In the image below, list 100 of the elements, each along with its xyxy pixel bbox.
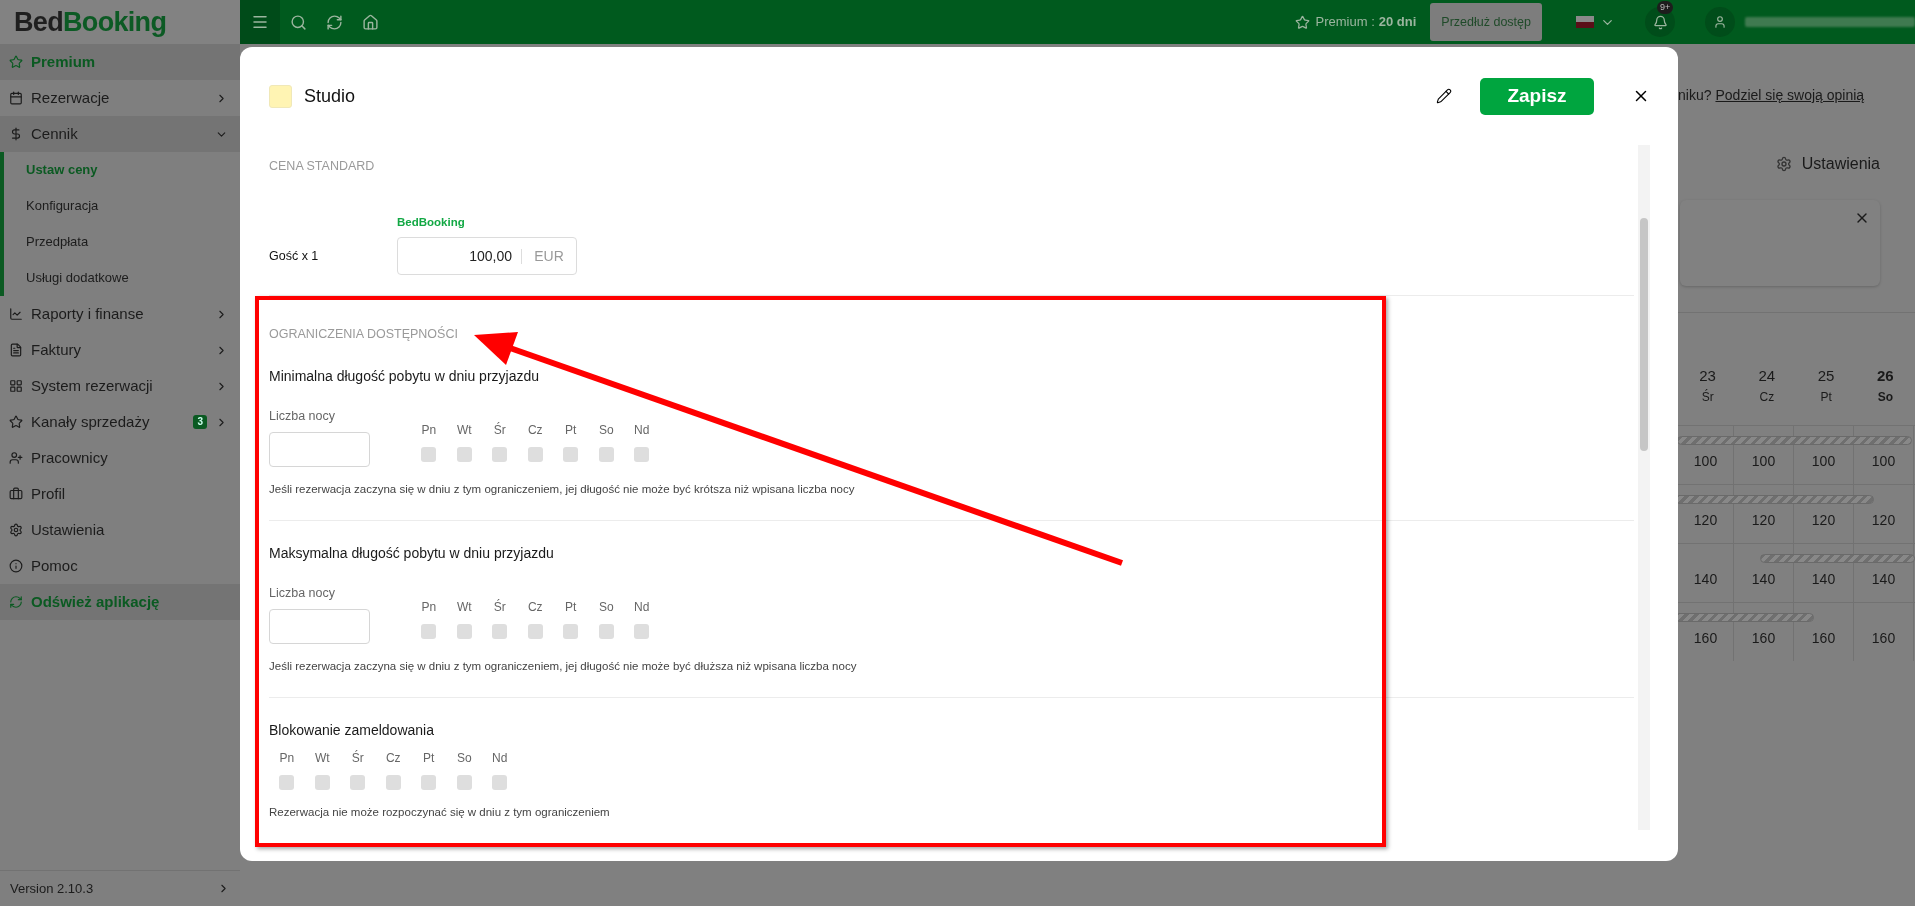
feedback-link[interactable]: Podziel się swoją opinią [1715,84,1865,106]
channel-label: BedBooking [397,214,465,230]
calendar-day-header: 26 So [1876,366,1895,406]
day-checkbox[interactable] [634,623,650,639]
restriction-hint: Jeśli rezerwacja zaczyna się w dniu z tym ograniczeniem, jej długość nie może być krótsza niż wpisana liczba nocy [269,481,856,497]
weekday-label: So [456,749,472,767]
weekday-label: Wt [314,749,330,767]
day-checkbox[interactable] [563,623,579,639]
day-checkbox[interactable] [492,623,508,639]
weekday-label: Nd [634,421,650,439]
restriction-hint: Rezerwacja nie może rozpoczynać się w dniu z tym ograniczeniem [269,804,611,820]
day-checkbox[interactable] [279,774,295,790]
scrollbar-thumb[interactable] [1640,218,1648,451]
edit-button[interactable] [1436,88,1452,104]
briefcase-icon [9,487,23,501]
refresh-icon [325,13,343,31]
sidebar-item[interactable]: Kanały sprzedaży 3 [0,404,240,440]
sidebar-item[interactable]: System rezerwacji [0,368,240,404]
notification-badge: 9+ [1657,1,1674,14]
day-checkbox[interactable] [492,774,508,790]
dollar-icon [9,127,23,141]
pencil-icon [1436,88,1452,104]
sidebar-item[interactable]: Profil [0,476,240,512]
weekday-label: Nd [492,749,508,767]
settings-icon [1775,156,1792,172]
day-checkbox[interactable] [385,774,401,790]
weekday-label: Pt [565,421,577,439]
price-cell[interactable]: 160 [1854,602,1914,661]
premium-days: 20 dni [1378,12,1417,32]
version-row[interactable]: Version 2.10.3 [0,870,240,906]
sidebar-item[interactable]: Pomoc [0,548,240,584]
bell-icon [1652,14,1668,30]
day-checkbox[interactable] [421,774,437,790]
day-checkbox[interactable] [421,446,437,462]
day-checkbox[interactable] [421,623,437,639]
day-checkbox[interactable] [527,623,543,639]
weekday-label: Pt [423,749,435,767]
search-icon [289,13,307,31]
day-checkbox[interactable] [634,446,650,462]
user-icon [1713,15,1727,29]
calendar-day-header: 24 Cz [1757,366,1777,406]
save-button[interactable]: Zapisz [1480,77,1594,115]
grid-icon [9,379,23,393]
price-input-field[interactable]: 100,00 EUR [397,237,577,275]
day-checkbox[interactable] [598,446,614,462]
day-checkbox[interactable] [563,446,579,462]
chart-icon [9,307,23,321]
weekday-label: Pn [421,598,437,616]
menu-icon [251,13,269,31]
weekday-label: Wt [456,598,472,616]
day-checkbox[interactable] [492,446,508,462]
nights-input-field[interactable] [269,608,370,644]
sidebar-item[interactable]: Faktury [0,332,240,368]
sidebar-subitem[interactable]: Usługi dodatkowe [4,260,240,296]
day-checkbox[interactable] [456,446,472,462]
weekday-label: Nd [634,598,650,616]
home-icon [361,13,379,31]
info-icon [9,559,23,573]
sidebar-subitem[interactable]: Przedpłata [4,224,240,260]
weekday-label: Śr [493,421,506,439]
weekday-label: Cz [527,421,543,439]
restriction-hint: Jeśli rezerwacja zaczyna się w dniu z tym ograniczeniem, jej długość nie może być dłuższa niż wpisana liczba nocy [269,658,858,674]
field-label: Liczba nocy [269,407,336,425]
section-heading: OGRANICZENIA DOSTĘPNOŚCI [269,325,459,343]
logo: BedBooking [14,5,167,39]
modal-title: Studio [304,84,357,108]
day-checkbox[interactable] [314,774,330,790]
weekday-label: So [598,421,614,439]
sidebar-subitem[interactable]: Konfiguracja [4,188,240,224]
weekday-label: Cz [385,749,401,767]
currency-label: EUR [533,246,565,266]
day-checkbox[interactable] [456,623,472,639]
menu-button[interactable] [240,0,280,44]
settings-label[interactable]: Ustawienia [1801,152,1880,176]
document-icon [9,343,23,357]
sidebar-item[interactable]: Raporty i finanse [0,296,240,332]
user-avatar-button[interactable] [1705,7,1735,37]
feedback-text: niku? [1678,85,1712,105]
room-color-swatch [269,84,292,108]
count-badge: 3 [193,415,207,429]
star-icon [1294,14,1310,30]
premium-label: Premium : [1315,13,1375,32]
sidebar-item[interactable]: Ustawienia [0,512,240,548]
sidebar-item[interactable]: Cennik [0,116,240,152]
weekday-label: Śr [351,749,364,767]
day-checkbox[interactable] [598,623,614,639]
weekday-label: So [598,598,614,616]
weekday-label: Pn [421,421,437,439]
weekday-label: Wt [456,421,472,439]
restriction-title: Blokowanie zameldowania [269,720,435,740]
section-heading: CENA STANDARD [269,158,376,175]
extend-access-button[interactable]: Przedłuż dostęp [1430,3,1542,41]
nights-input-field[interactable] [269,431,370,467]
sidebar-item[interactable]: Pracownicy [0,440,240,476]
day-checkbox[interactable] [456,774,472,790]
sidebar-item[interactable]: Rezerwacje [0,80,240,116]
flag-icon[interactable] [1576,16,1594,28]
day-checkbox[interactable] [350,774,366,790]
field-label: Liczba nocy [269,584,336,602]
day-checkbox[interactable] [527,446,543,462]
